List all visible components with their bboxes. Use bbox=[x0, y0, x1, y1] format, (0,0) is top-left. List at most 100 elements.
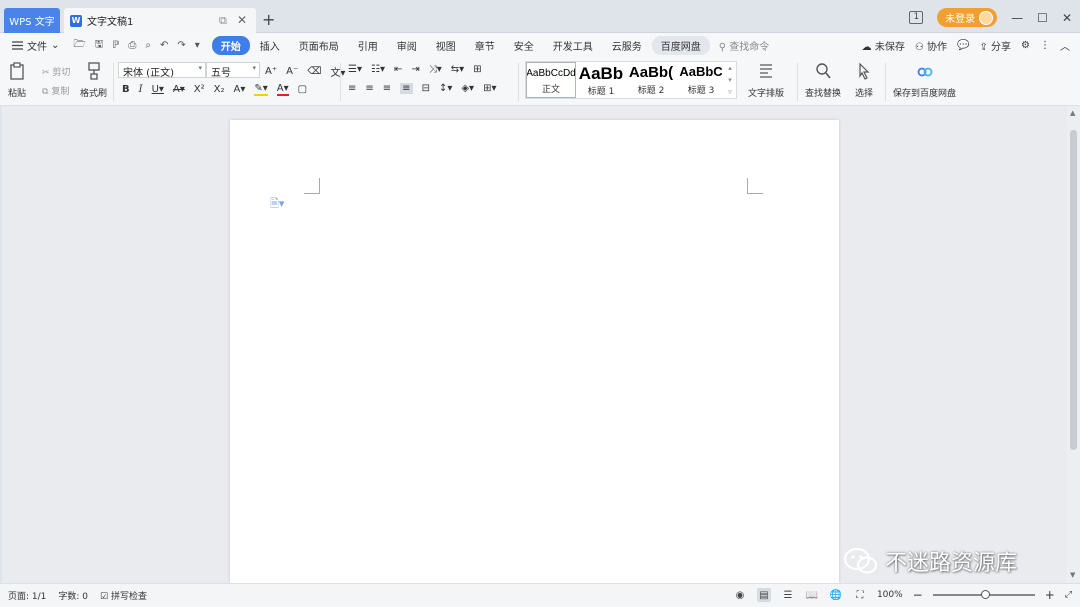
zoom-out-icon[interactable]: − bbox=[913, 588, 923, 602]
increase-indent-icon[interactable]: ⇥ bbox=[411, 64, 419, 75]
scroll-down-icon[interactable]: ▼ bbox=[1070, 571, 1075, 579]
shrink-font-icon[interactable]: A⁻ bbox=[286, 66, 298, 77]
zoom-slider-thumb[interactable] bbox=[980, 590, 990, 599]
style-heading-1[interactable]: AaBb 标题 1 bbox=[576, 62, 626, 98]
page-view-icon[interactable]: ▤ bbox=[756, 588, 771, 602]
scroll-up-icon[interactable]: ▲ bbox=[1070, 109, 1075, 117]
tab-insert[interactable]: 插入 bbox=[251, 36, 289, 55]
highlight-icon[interactable]: ✎▾ bbox=[254, 83, 268, 96]
open-icon[interactable]: 🗁 bbox=[73, 37, 85, 54]
maximize-button[interactable]: ☐ bbox=[1037, 11, 1048, 25]
zoom-level[interactable]: 100% bbox=[877, 590, 903, 600]
window-close-button[interactable]: ✕ bbox=[1062, 11, 1072, 25]
zoom-in-icon[interactable]: + bbox=[1045, 588, 1055, 602]
numbering-icon[interactable]: ☷▾ bbox=[371, 64, 385, 75]
web-view-icon[interactable]: 🌐 bbox=[829, 588, 843, 602]
grow-font-icon[interactable]: A⁺ bbox=[265, 66, 277, 77]
redo-icon[interactable]: ↷ bbox=[177, 40, 185, 51]
styles-scroller[interactable]: ▴ ▾ ▿ bbox=[726, 62, 734, 98]
unsaved-button[interactable]: ☁ 未保存 bbox=[862, 38, 905, 53]
chinese-layout-icon[interactable]: ⤨▾ bbox=[429, 64, 442, 75]
italic-icon[interactable]: I bbox=[139, 84, 143, 95]
collapse-ribbon-icon[interactable]: ︿ bbox=[1060, 38, 1070, 53]
table-icon[interactable]: ⊞ bbox=[473, 64, 481, 75]
new-tab-button[interactable]: + bbox=[262, 10, 275, 29]
paste-button[interactable]: 粘贴 bbox=[8, 62, 26, 99]
scrollbar-thumb[interactable] bbox=[1070, 130, 1077, 450]
eye-protection-icon[interactable]: ◉ bbox=[733, 588, 747, 602]
tab-chapter[interactable]: 章节 bbox=[466, 36, 504, 55]
align-left-icon[interactable]: ≡ bbox=[348, 83, 356, 94]
undo-icon[interactable]: ↶ bbox=[160, 40, 168, 51]
customize-toolbar-icon[interactable]: ▾ bbox=[195, 40, 200, 51]
save-icon[interactable]: 🖫 bbox=[95, 37, 104, 54]
clear-format-icon[interactable]: ⌫ bbox=[307, 66, 321, 77]
comment-icon[interactable]: 💬 bbox=[957, 40, 969, 51]
text-layout-button[interactable]: 文字排版 bbox=[748, 62, 784, 99]
tab-review[interactable]: 审阅 bbox=[388, 36, 426, 55]
tab-references[interactable]: 引用 bbox=[349, 36, 387, 55]
phonetic-guide-icon[interactable]: 文▾ bbox=[330, 64, 345, 79]
borders-icon[interactable]: ⊞▾ bbox=[483, 83, 496, 94]
select-button[interactable]: 选择 bbox=[855, 62, 873, 99]
outline-view-icon[interactable]: ☰ bbox=[781, 588, 795, 602]
font-name-select[interactable]: 宋体 (正文) ▾ bbox=[118, 62, 206, 79]
settings-gear-icon[interactable]: ⚙ bbox=[1021, 40, 1030, 51]
subscript-icon[interactable]: X₂ bbox=[214, 84, 225, 95]
print-preview-icon[interactable]: ⌕ bbox=[145, 40, 151, 51]
zoom-slider[interactable] bbox=[932, 590, 1035, 599]
tab-page-layout[interactable]: 页面布局 bbox=[290, 36, 348, 55]
page-indicator[interactable]: 页面: 1/1 bbox=[8, 589, 46, 602]
fullscreen-icon[interactable]: ⤢ bbox=[1065, 590, 1072, 600]
find-replace-button[interactable]: 查找替换 bbox=[805, 62, 841, 99]
fit-page-icon[interactable]: ⛶ bbox=[853, 588, 867, 602]
bullets-icon[interactable]: ☰▾ bbox=[348, 64, 362, 75]
share-button[interactable]: ⇪ 分享 bbox=[979, 38, 1011, 53]
file-menu[interactable]: 文件 ⌄ bbox=[12, 38, 59, 53]
tab-cloud-service[interactable]: 云服务 bbox=[603, 36, 651, 55]
document-tab[interactable]: W 文字文稿1 bbox=[64, 8, 256, 33]
align-center-icon[interactable]: ≡ bbox=[365, 83, 373, 94]
tab-view[interactable]: 视图 bbox=[427, 36, 465, 55]
reading-view-icon[interactable]: 📖 bbox=[805, 588, 819, 602]
style-normal[interactable]: AaBbCcDd 正文 bbox=[526, 62, 576, 98]
close-tab-icon[interactable]: ✕ bbox=[237, 13, 247, 27]
font-size-select[interactable]: 五号 ▾ bbox=[206, 62, 260, 79]
shading-icon[interactable]: ◈▾ bbox=[461, 83, 474, 94]
search-command[interactable]: ⚲ 查找命令 bbox=[719, 38, 770, 53]
distributed-icon[interactable]: ⊟ bbox=[422, 83, 430, 94]
vertical-scrollbar[interactable]: ▲ ▼ bbox=[1067, 106, 1080, 583]
float-window-icon[interactable]: ⧉ bbox=[219, 14, 227, 28]
wps-app-tab[interactable]: WPS 文字 bbox=[4, 8, 60, 33]
decrease-indent-icon[interactable]: ⇤ bbox=[394, 64, 402, 75]
tab-count-badge[interactable]: 1 bbox=[909, 11, 924, 24]
tab-developer[interactable]: 开发工具 bbox=[544, 36, 602, 55]
collaborate-button[interactable]: ⚇ 协作 bbox=[915, 38, 947, 53]
superscript-icon[interactable]: X² bbox=[194, 84, 205, 95]
copy-button[interactable]: ⧉ 复制 bbox=[42, 84, 69, 97]
tab-baidu-netdisk[interactable]: 百度网盘 bbox=[651, 36, 710, 55]
line-spacing-icon[interactable]: ↕▾ bbox=[439, 83, 452, 94]
char-border-icon[interactable]: ▢ bbox=[298, 84, 307, 95]
style-heading-2[interactable]: AaBb( 标题 2 bbox=[626, 62, 676, 98]
more-options-icon[interactable]: ⋮ bbox=[1040, 40, 1050, 51]
document-page[interactable]: 🗎▾ bbox=[230, 120, 839, 583]
format-painter-button[interactable]: 格式刷 bbox=[80, 62, 107, 99]
print-icon[interactable]: ⎙ bbox=[128, 40, 136, 51]
align-right-icon[interactable]: ≡ bbox=[383, 83, 391, 94]
bold-icon[interactable]: B bbox=[122, 84, 130, 95]
justify-icon[interactable]: ≡ bbox=[400, 83, 413, 94]
cut-button[interactable]: ✂ 剪切 bbox=[42, 65, 70, 78]
word-count[interactable]: 字数: 0 bbox=[58, 589, 88, 602]
tab-security[interactable]: 安全 bbox=[505, 36, 543, 55]
font-color-icon[interactable]: A▾ bbox=[276, 83, 289, 96]
login-button[interactable]: 未登录 bbox=[937, 8, 998, 27]
text-direction-icon[interactable]: ⇆▾ bbox=[451, 64, 464, 75]
style-heading-3[interactable]: AaBbC 标题 3 bbox=[676, 62, 726, 98]
underline-icon[interactable]: U▾ bbox=[152, 84, 164, 95]
strikethrough-icon[interactable]: A▾ bbox=[173, 84, 185, 95]
spell-check-toggle[interactable]: ☑ 拼写检查 bbox=[100, 589, 147, 602]
paragraph-handle-icon[interactable]: 🗎▾ bbox=[270, 195, 284, 214]
minimize-button[interactable]: — bbox=[1011, 11, 1023, 25]
save-to-baidu-button[interactable]: 保存到百度网盘 bbox=[893, 62, 956, 99]
